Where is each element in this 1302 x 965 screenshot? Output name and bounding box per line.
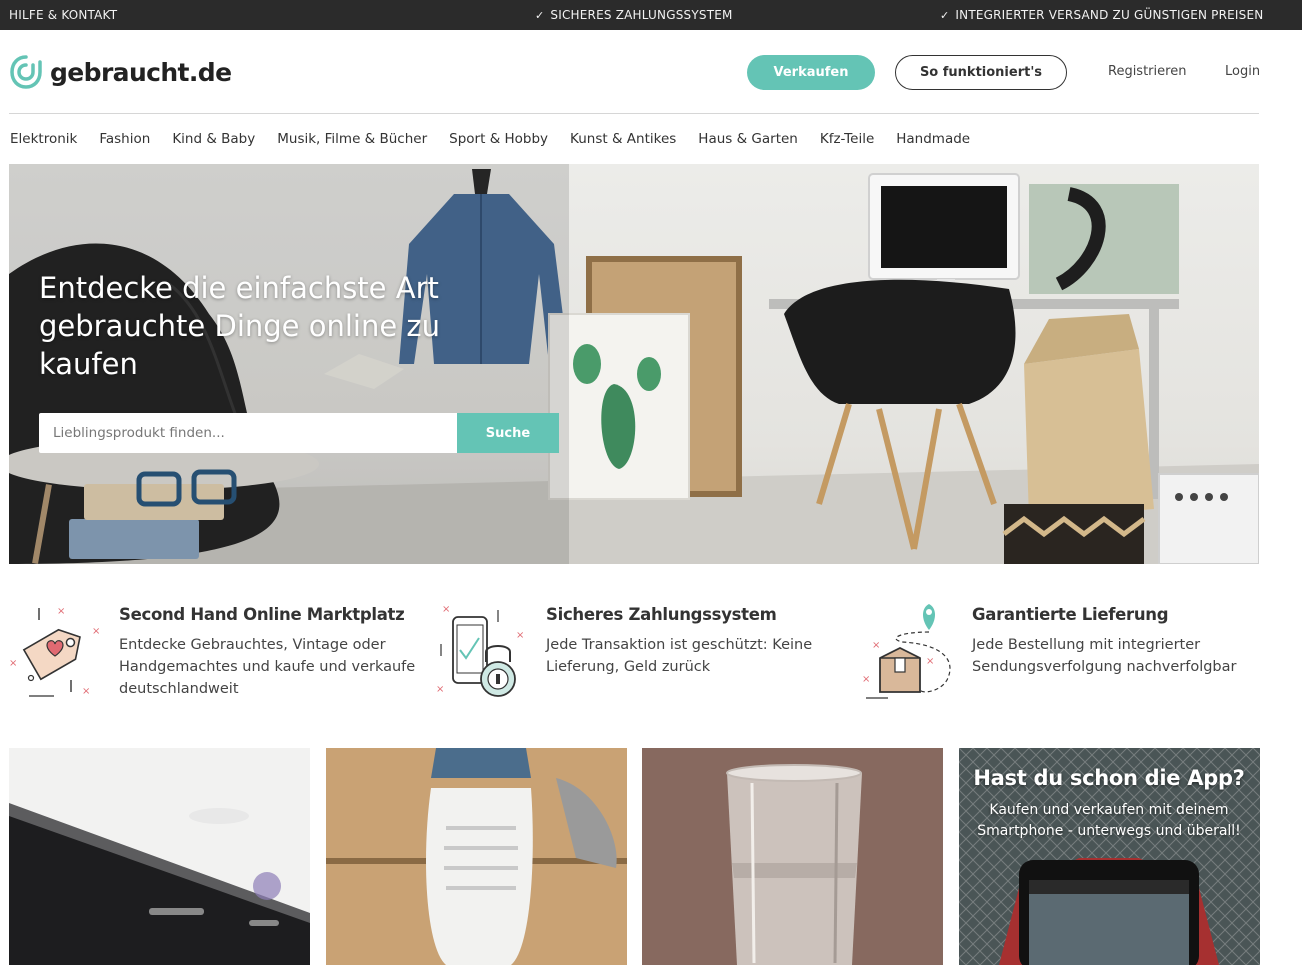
feature-title: Garantierte Lieferung: [972, 605, 1169, 624]
logo-icon: [10, 55, 42, 89]
shipping-text: INTEGRIERTER VERSAND ZU GÜNSTIGEN PREISE…: [955, 8, 1264, 22]
svg-text:×: ×: [9, 658, 17, 669]
login-link[interactable]: Login: [1225, 64, 1260, 79]
sneaker-image: [326, 748, 627, 965]
sell-button[interactable]: Verkaufen: [747, 55, 875, 90]
hero-title: Entdecke die einfachste Art gebrauchte D…: [39, 271, 441, 381]
svg-text:×: ×: [436, 684, 444, 695]
site-logo[interactable]: gebraucht.de: [9, 54, 232, 90]
search-button[interactable]: Suche: [457, 413, 559, 453]
feature-description: Jede Transaktion ist geschützt: Keine Li…: [546, 637, 813, 675]
package-location-icon: × × ×: [862, 604, 951, 699]
site-header: gebraucht.de Verkaufen So funktioniert's…: [0, 30, 1302, 114]
svg-text:×: ×: [57, 606, 65, 617]
svg-text:×: ×: [926, 656, 934, 667]
hero-banner: Entdecke die einfachste Art gebrauchte D…: [9, 164, 1259, 564]
category-tile-fashion[interactable]: [326, 748, 627, 965]
glass-image: [642, 748, 943, 965]
secure-payment-text: SICHERES ZAHLUNGSSYSTEM: [550, 8, 733, 22]
svg-text:×: ×: [862, 674, 870, 685]
category-elektronik[interactable]: Elektronik: [10, 131, 77, 147]
feature-title: Sicheres Zahlungssystem: [546, 605, 777, 624]
top-info-bar: HILFE & KONTAKT ✓ SICHERES ZAHLUNGSSYSTEM…: [0, 0, 1302, 30]
category-kind-baby[interactable]: Kind & Baby: [172, 131, 255, 147]
category-tile-electronics[interactable]: [9, 748, 310, 965]
search-input[interactable]: [39, 413, 457, 453]
category-kfz-teile[interactable]: Kfz-Teile: [820, 131, 874, 147]
category-fashion[interactable]: Fashion: [99, 131, 150, 147]
category-tile-household[interactable]: [642, 748, 943, 965]
app-promo-tile[interactable]: Hast du schon die App? Kaufen und verkau…: [959, 748, 1260, 965]
svg-text:×: ×: [92, 626, 100, 637]
category-nav: Elektronik Fashion Kind & Baby Musik, Fi…: [10, 131, 992, 147]
tablet-image: [9, 748, 310, 965]
category-handmade[interactable]: Handmade: [896, 131, 970, 147]
category-musik-filme-buecher[interactable]: Musik, Filme & Bücher: [277, 131, 427, 147]
check-icon: ✓: [940, 9, 950, 22]
price-tag-heart-icon: × × × ×: [9, 606, 100, 697]
svg-text:×: ×: [516, 630, 524, 641]
feature-description: Jede Bestellung mit integrierter Sendung…: [972, 637, 1237, 675]
check-icon: ✓: [535, 9, 545, 22]
register-link[interactable]: Registrieren: [1108, 64, 1186, 79]
phone-lock-icon: × × ×: [436, 604, 524, 697]
help-contact-link[interactable]: HILFE & KONTAKT: [9, 8, 117, 22]
logo-text: gebraucht.de: [50, 57, 232, 87]
secure-payment-notice: ✓ SICHERES ZAHLUNGSSYSTEM: [535, 8, 733, 22]
app-promo-subtitle: Kaufen und verkaufen mit deinem Smartpho…: [977, 802, 1241, 839]
how-it-works-button[interactable]: So funktioniert's: [895, 55, 1067, 90]
svg-text:×: ×: [82, 686, 90, 697]
app-promo-title: Hast du schon die App?: [973, 766, 1245, 790]
category-sport-hobby[interactable]: Sport & Hobby: [449, 131, 548, 147]
svg-text:×: ×: [872, 640, 880, 651]
category-haus-garten[interactable]: Haus & Garten: [698, 131, 798, 147]
svg-text:×: ×: [442, 604, 450, 615]
header-divider: [9, 113, 1259, 114]
feature-description: Entdecke Gebrauchtes, Vintage oder Handg…: [119, 637, 416, 697]
feature-title: Second Hand Online Marktplatz: [119, 605, 405, 624]
shipping-notice: ✓ INTEGRIERTER VERSAND ZU GÜNSTIGEN PREIS…: [940, 8, 1263, 22]
category-kunst-antikes[interactable]: Kunst & Antikes: [570, 131, 676, 147]
hero-search: Suche: [39, 413, 559, 453]
